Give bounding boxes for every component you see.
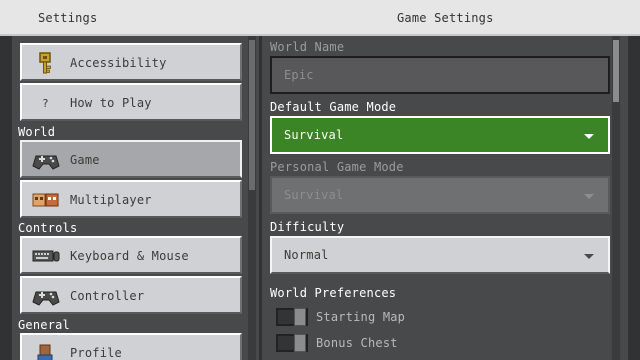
game-settings-panel: World Name Epic Default Game Mode Surviv… (262, 36, 628, 360)
default-game-mode-dropdown[interactable]: Survival (270, 116, 610, 154)
sidebar-item-label: Profile (70, 346, 122, 360)
question-icon: ? (42, 97, 49, 110)
world-name-placeholder: Epic (284, 68, 314, 82)
world-name-label: World Name (270, 40, 345, 54)
section-label-controls: Controls (18, 221, 78, 235)
world-preferences-heading: World Preferences (270, 286, 397, 300)
sidebar-item-label: Controller (70, 289, 145, 303)
key-icon (39, 52, 51, 74)
sidebar-scroll-thumb[interactable] (249, 40, 255, 190)
starting-map-toggle[interactable] (276, 308, 308, 326)
chevron-down-icon (584, 254, 594, 259)
multiplayer-icon (32, 193, 59, 207)
sidebar-item-label: How to Play (70, 96, 152, 110)
controller-icon (32, 155, 60, 170)
starting-map-label: Starting Map (316, 310, 406, 324)
section-label-world: World (18, 125, 56, 139)
profile-icon (37, 344, 53, 360)
svg-text:?: ? (42, 97, 49, 110)
default-game-mode-value: Survival (284, 128, 344, 142)
sidebar-item-keyboard-mouse[interactable]: Keyboard & Mouse (20, 236, 242, 274)
world-name-field[interactable]: Epic (270, 56, 610, 94)
sidebar-item-label: Keyboard & Mouse (70, 249, 189, 263)
sidebar-item-controller[interactable]: Controller (20, 276, 242, 314)
bonus-chest-label: Bonus Chest (316, 336, 398, 350)
sidebar-item-game[interactable]: Game (20, 140, 242, 178)
difficulty-value: Normal (284, 248, 329, 262)
personal-game-mode-dropdown: Survival (270, 176, 610, 214)
sidebar: Accessibility ? How to Play World Game M… (12, 36, 259, 360)
chevron-down-icon (584, 194, 594, 199)
sidebar-item-profile[interactable]: Profile (20, 333, 242, 360)
section-label-general: General (18, 318, 70, 332)
sidebar-item-label: Game (70, 153, 100, 167)
top-bar: Settings Game Settings (0, 0, 640, 36)
keyboard-icon (32, 250, 60, 262)
bonus-chest-toggle[interactable] (276, 334, 308, 352)
toggle-knob (294, 308, 306, 326)
game-settings-title: Game Settings (397, 11, 494, 25)
sidebar-item-multiplayer[interactable]: Multiplayer (20, 180, 242, 218)
difficulty-dropdown[interactable]: Normal (270, 236, 610, 274)
chevron-down-icon (584, 134, 594, 139)
settings-title: Settings (38, 11, 98, 25)
default-game-mode-label: Default Game Mode (270, 100, 397, 114)
sidebar-item-how-to-play[interactable]: ? How to Play (20, 83, 242, 121)
personal-game-mode-label: Personal Game Mode (270, 160, 404, 174)
controller-icon (32, 291, 60, 306)
toggle-knob (294, 334, 306, 352)
difficulty-label: Difficulty (270, 220, 345, 234)
personal-game-mode-value: Survival (284, 188, 344, 202)
sidebar-item-label: Multiplayer (70, 193, 152, 207)
sidebar-item-label: Accessibility (70, 56, 167, 70)
sidebar-item-accessibility[interactable]: Accessibility (20, 43, 242, 81)
settings-scroll-thumb[interactable] (613, 40, 619, 102)
